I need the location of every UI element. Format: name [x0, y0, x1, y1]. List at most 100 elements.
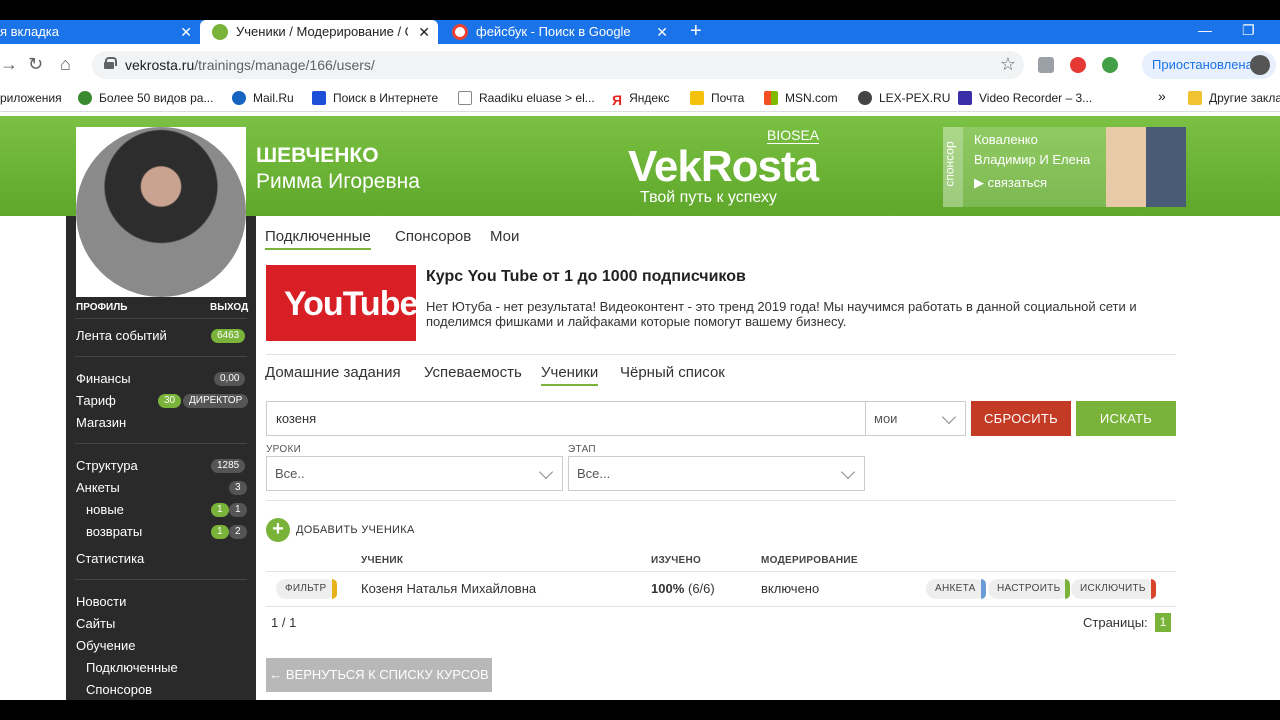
- restore-icon[interactable]: ❐: [1242, 20, 1255, 40]
- sponsor-photo: [1106, 127, 1186, 207]
- course-description-line1: Нет Ютуба - нет результата! Видеоконтент…: [426, 299, 1137, 314]
- mail-icon: [690, 91, 704, 105]
- sidebar-item-structure[interactable]: Структура: [76, 458, 138, 473]
- url-text[interactable]: vekrosta.ru/trainings/manage/166/users/: [125, 51, 375, 79]
- divider: [75, 443, 247, 444]
- col-student: УЧЕНИК: [361, 555, 404, 566]
- moderation-status: включено: [761, 581, 820, 596]
- browser-tab-3[interactable]: фейсбук - Поиск в Google ✕: [440, 20, 676, 44]
- back-to-courses-button[interactable]: ← ВЕРНУТЬСЯ К СПИСКУ КУРСОВ: [266, 658, 492, 692]
- page-1-button[interactable]: 1: [1155, 613, 1171, 632]
- tab-progress[interactable]: Успеваемость: [424, 364, 522, 381]
- biosea-link[interactable]: BIOSEA: [767, 127, 820, 144]
- site-tagline: Твой путь к успеху: [640, 189, 777, 206]
- new-tab-icon[interactable]: +: [690, 20, 702, 42]
- tariff-level-badge: ДИРЕКТОР: [183, 394, 249, 408]
- sidebar-item-sites[interactable]: Сайты: [76, 616, 115, 631]
- logout-link[interactable]: ВЫХОД: [210, 302, 248, 313]
- reset-button[interactable]: СБРОСИТЬ: [971, 401, 1071, 436]
- search-button[interactable]: ИСКАТЬ: [1076, 401, 1176, 436]
- tab-homework[interactable]: Домашние задания: [265, 364, 401, 381]
- close-icon[interactable]: ✕: [180, 20, 192, 44]
- close-icon[interactable]: ✕: [418, 20, 430, 44]
- bookmark-item[interactable]: Video Recorder – 3...: [958, 90, 1092, 106]
- bookmark-item[interactable]: LEX-PEX.RU: [858, 90, 950, 106]
- stage-label: ЭТАП: [568, 444, 596, 455]
- forms-badge: 3: [229, 481, 247, 495]
- sponsor-contact-link[interactable]: ▶ связаться: [974, 175, 1047, 191]
- scope-select[interactable]: мои: [865, 401, 966, 436]
- returns-badge-2: 2: [229, 525, 247, 539]
- exclude-button[interactable]: ИСКЛЮЧИТЬ: [1071, 579, 1156, 599]
- bottom-border: [0, 700, 1280, 720]
- sidebar-item-training[interactable]: Обучение: [76, 638, 135, 653]
- sidebar-item-news[interactable]: Новости: [76, 594, 126, 609]
- add-icon[interactable]: +: [266, 518, 290, 542]
- sidebar-item-stats[interactable]: Статистика: [76, 551, 144, 566]
- sidebar-item-returns[interactable]: возвраты: [86, 524, 142, 539]
- bookmark-apps[interactable]: риложения: [0, 90, 62, 106]
- avatar[interactable]: [76, 127, 246, 297]
- sidebar-item-finance[interactable]: Финансы: [76, 371, 131, 386]
- chevron-down-icon: [538, 464, 554, 480]
- sidebar-item-connected[interactable]: Подключенные: [86, 660, 178, 675]
- browser-tab-bar: я вкладка ✕ Ученики / Модерирование / Ob…: [0, 20, 1280, 44]
- sidebar-item-new[interactable]: новые: [86, 502, 124, 517]
- bookmark-item[interactable]: Я Яндекс: [612, 90, 669, 108]
- extension-icon[interactable]: [1038, 57, 1054, 73]
- omnibox[interactable]: vekrosta.ru/trainings/manage/166/users/ …: [92, 51, 1024, 79]
- learned-count: (6/6): [688, 581, 715, 596]
- filter-button[interactable]: ФИЛЬТР: [276, 579, 336, 599]
- divider: [266, 571, 1176, 572]
- bookmark-item[interactable]: Raadiku eluase > el...: [458, 90, 595, 106]
- more-bookmarks-icon[interactable]: »: [1158, 88, 1166, 104]
- search-input[interactable]: [266, 401, 866, 436]
- student-name[interactable]: Козеня Наталья Михайловна: [361, 581, 536, 596]
- profile-paused-button[interactable]: Приостановлена: [1142, 51, 1276, 79]
- user-lastname: ШЕВЧЕНКО: [256, 144, 379, 167]
- profile-link[interactable]: ПРОФИЛЬ: [76, 302, 127, 313]
- tab-blacklist[interactable]: Чёрный список: [620, 364, 725, 381]
- lessons-label: УРОКИ: [266, 444, 302, 455]
- bookmark-item[interactable]: Более 50 видов ра...: [78, 90, 213, 106]
- sidebar-item-feed[interactable]: Лента событий: [76, 328, 167, 343]
- form-button[interactable]: АНКЕТА: [926, 579, 986, 599]
- add-student-link[interactable]: ДОБАВИТЬ УЧЕНИКА: [296, 524, 415, 536]
- tab-connected[interactable]: Подключенные: [265, 228, 371, 250]
- bookmark-item[interactable]: MSN.com: [764, 90, 838, 106]
- sidebar-item-forms[interactable]: Анкеты: [76, 480, 120, 495]
- course-thumbnail[interactable]: YouTube: [266, 265, 418, 341]
- bookmark-star-icon[interactable]: ☆: [1000, 54, 1016, 75]
- tab-mine[interactable]: Мои: [490, 228, 519, 245]
- minimize-icon[interactable]: —: [1198, 20, 1212, 40]
- browser-tab-1[interactable]: я вкладка ✕: [0, 20, 200, 44]
- tab-students[interactable]: Ученики: [541, 364, 599, 386]
- bookmark-item[interactable]: Поиск в Интернете: [312, 90, 438, 106]
- sidebar-item-tariff[interactable]: Тариф: [76, 393, 116, 408]
- bookmark-item[interactable]: Mail.Ru: [232, 90, 294, 106]
- extension-target-icon[interactable]: [1070, 57, 1086, 73]
- site-logo[interactable]: VekRosta: [628, 142, 819, 192]
- extension-counter-icon[interactable]: [1102, 57, 1118, 73]
- tariff-number-badge: 30: [158, 394, 182, 408]
- course-title[interactable]: Курс You Tube от 1 до 1000 подписчиков: [426, 268, 746, 286]
- forward-icon[interactable]: →: [0, 54, 18, 75]
- tab-title: фейсбук - Поиск в Google: [476, 24, 631, 39]
- browser-tab-2[interactable]: Ученики / Модерирование / Ob ✕: [200, 20, 438, 44]
- reload-icon[interactable]: ↻: [28, 54, 43, 75]
- address-bar-row: → ↻ ⌂ vekrosta.ru/trainings/manage/166/u…: [0, 44, 1280, 86]
- lessons-select[interactable]: Все..: [266, 456, 563, 491]
- bookmark-other[interactable]: Другие закла: [1188, 90, 1280, 106]
- top-border: [0, 0, 1280, 20]
- sidebar-item-sponsors[interactable]: Спонсоров: [86, 682, 152, 697]
- sidebar-item-shop[interactable]: Магазин: [76, 415, 126, 430]
- stage-select[interactable]: Все...: [568, 456, 865, 491]
- pages-label: Страницы:: [1083, 615, 1148, 630]
- home-icon[interactable]: ⌂: [60, 54, 71, 75]
- close-icon[interactable]: ✕: [656, 20, 668, 44]
- tab-sponsors[interactable]: Спонсоров: [395, 228, 471, 245]
- search-field[interactable]: [267, 402, 865, 435]
- sponsor-label: спонсор: [943, 127, 963, 207]
- bookmark-item[interactable]: Почта: [690, 90, 744, 106]
- configure-button[interactable]: НАСТРОИТЬ: [988, 579, 1071, 599]
